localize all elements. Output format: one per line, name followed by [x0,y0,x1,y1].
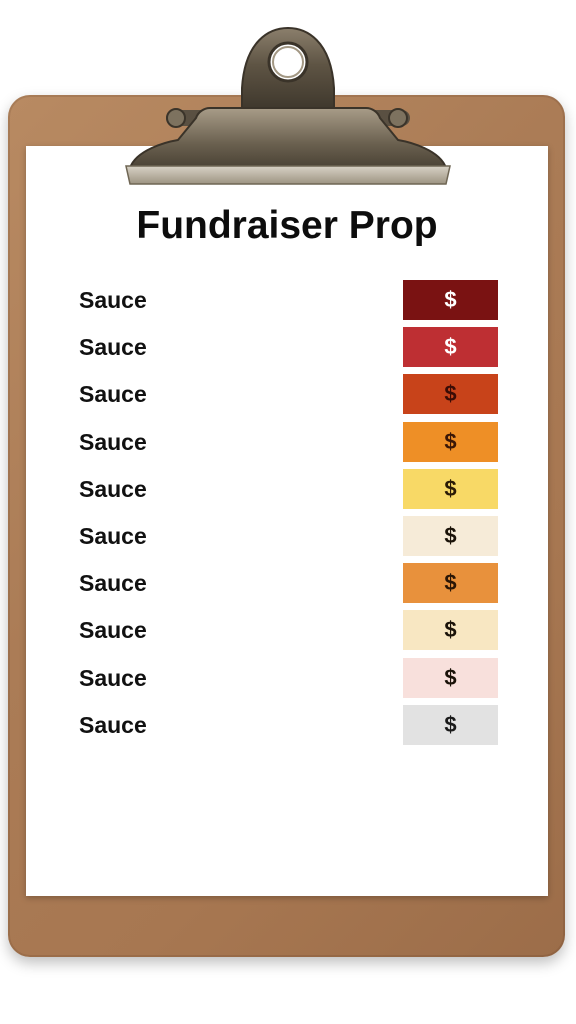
price-swatch: $ [403,280,498,320]
price-swatch: $ [403,516,498,556]
clipboard-scene: Fundraiser Prop Sauce $ Sauce $ Sauce $ Sauce $… [0,0,576,1024]
price-swatch: $ [403,327,498,367]
price-swatch: $ [403,374,498,414]
price-swatch: $ [403,563,498,603]
row-label: Sauce [79,665,147,691]
row-label: Sauce [79,476,147,502]
row-label: Sauce [79,570,147,596]
price-swatch: $ [403,422,498,462]
row-label: Sauce [79,712,147,738]
row-label: Sauce [79,381,147,407]
row-label: Sauce [79,523,147,549]
row-label: Sauce [79,429,147,455]
row-label: Sauce [79,334,147,360]
price-swatch: $ [403,610,498,650]
price-swatch: $ [403,705,498,745]
row-label: Sauce [79,617,147,643]
price-swatch: $ [403,469,498,509]
row-label: Sauce [79,287,147,313]
price-list: Sauce $ Sauce $ Sauce $ Sauce $ Sauce $ Sauce $ Sauc… [0,0,576,1024]
price-swatch: $ [403,658,498,698]
